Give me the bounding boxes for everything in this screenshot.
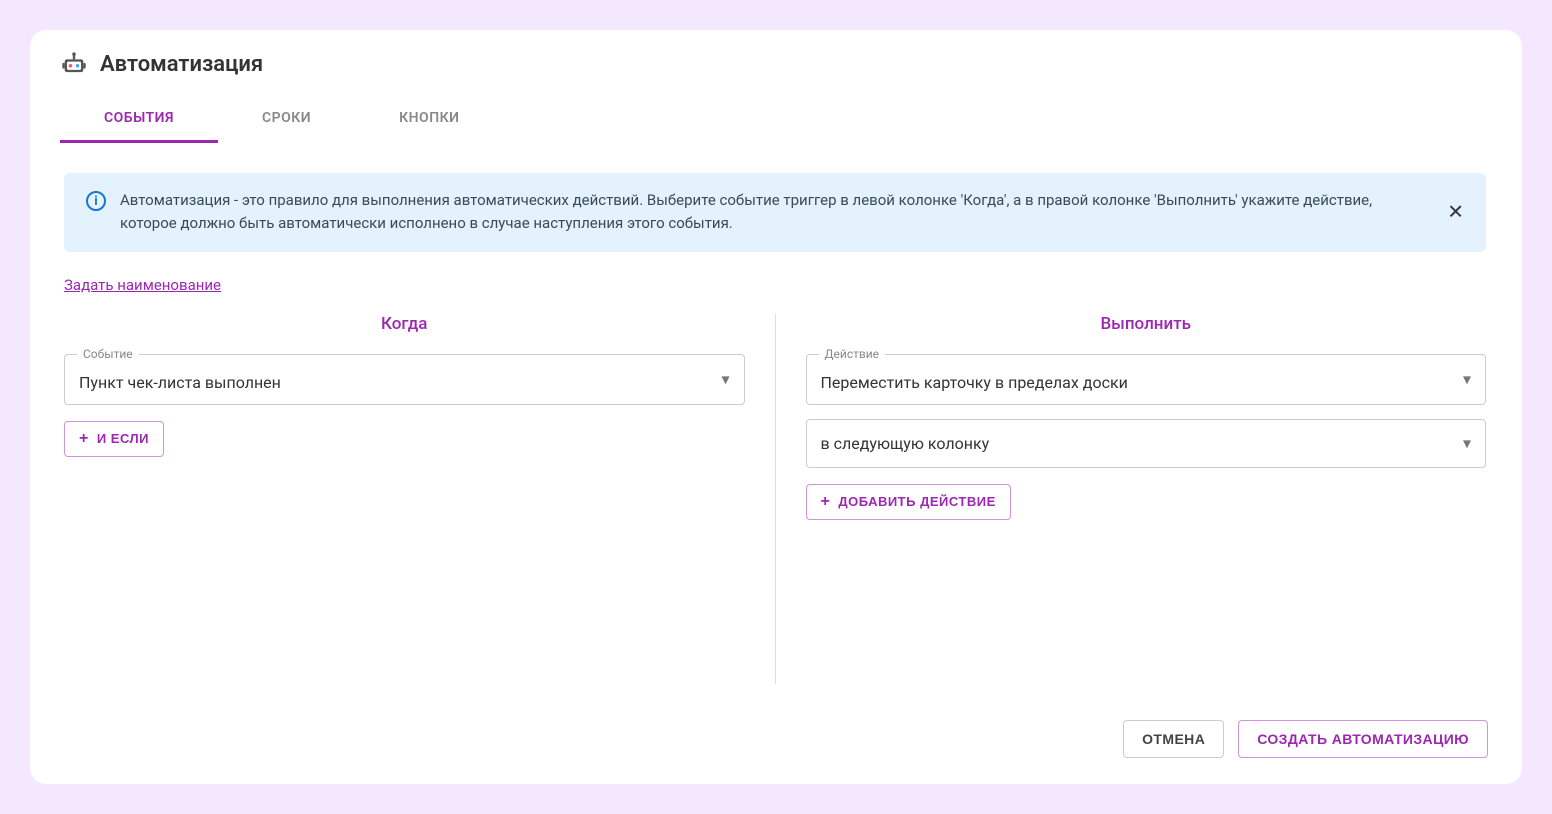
event-select-label: Событие xyxy=(77,347,139,361)
tab-deadlines[interactable]: СРОКИ xyxy=(218,96,355,143)
do-title: Выполнить xyxy=(806,314,1487,334)
automation-modal: Автоматизация СОБЫТИЯ СРОКИ КНОПКИ i Авт… xyxy=(30,30,1522,784)
modal-footer: ОТМЕНА СОЗДАТЬ АВТОМАТИЗАЦИЮ xyxy=(30,706,1522,764)
add-action-button[interactable]: + ДОБАВИТЬ ДЕЙСТВИЕ xyxy=(806,484,1011,520)
modal-header: Автоматизация xyxy=(30,50,1522,96)
tab-events[interactable]: СОБЫТИЯ xyxy=(60,96,218,143)
modal-title: Автоматизация xyxy=(100,52,263,77)
target-select-value: в следующую колонку xyxy=(821,434,990,453)
add-condition-label: И ЕСЛИ xyxy=(97,431,149,446)
columns: Когда Событие Пункт чек-листа выполнен ▾… xyxy=(64,314,1486,684)
target-select[interactable]: в следующую колонку ▾ xyxy=(806,419,1487,468)
cancel-button[interactable]: ОТМЕНА xyxy=(1123,720,1224,758)
chevron-down-icon: ▾ xyxy=(1463,370,1471,389)
add-action-label: ДОБАВИТЬ ДЕЙСТВИЕ xyxy=(838,494,995,509)
plus-icon: + xyxy=(821,493,831,511)
close-icon[interactable]: ✕ xyxy=(1443,196,1468,229)
event-select[interactable]: Событие Пункт чек-листа выполнен ▾ xyxy=(64,354,745,405)
do-column: Выполнить Действие Переместить карточку … xyxy=(776,314,1487,684)
plus-icon: + xyxy=(79,430,89,448)
when-column: Когда Событие Пункт чек-листа выполнен ▾… xyxy=(64,314,776,684)
when-title: Когда xyxy=(64,314,745,334)
tabs: СОБЫТИЯ СРОКИ КНОПКИ xyxy=(30,96,1522,143)
info-icon: i xyxy=(86,191,106,211)
event-select-value: Пункт чек-листа выполнен xyxy=(79,373,281,392)
add-condition-button[interactable]: + И ЕСЛИ xyxy=(64,421,164,457)
info-banner: i Автоматизация - это правило для выполн… xyxy=(64,173,1486,252)
action-select-value: Переместить карточку в пределах доски xyxy=(821,373,1128,392)
set-name-link[interactable]: Задать наименование xyxy=(64,276,221,294)
tab-buttons[interactable]: КНОПКИ xyxy=(355,96,503,143)
info-text: Автоматизация - это правило для выполнен… xyxy=(120,189,1464,236)
create-automation-button[interactable]: СОЗДАТЬ АВТОМАТИЗАЦИЮ xyxy=(1238,720,1488,758)
action-select[interactable]: Действие Переместить карточку в пределах… xyxy=(806,354,1487,405)
action-select-label: Действие xyxy=(819,347,886,361)
robot-icon xyxy=(60,50,88,78)
chevron-down-icon: ▾ xyxy=(721,370,729,389)
chevron-down-icon: ▾ xyxy=(1463,434,1471,453)
content-area: i Автоматизация - это правило для выполн… xyxy=(50,143,1522,706)
